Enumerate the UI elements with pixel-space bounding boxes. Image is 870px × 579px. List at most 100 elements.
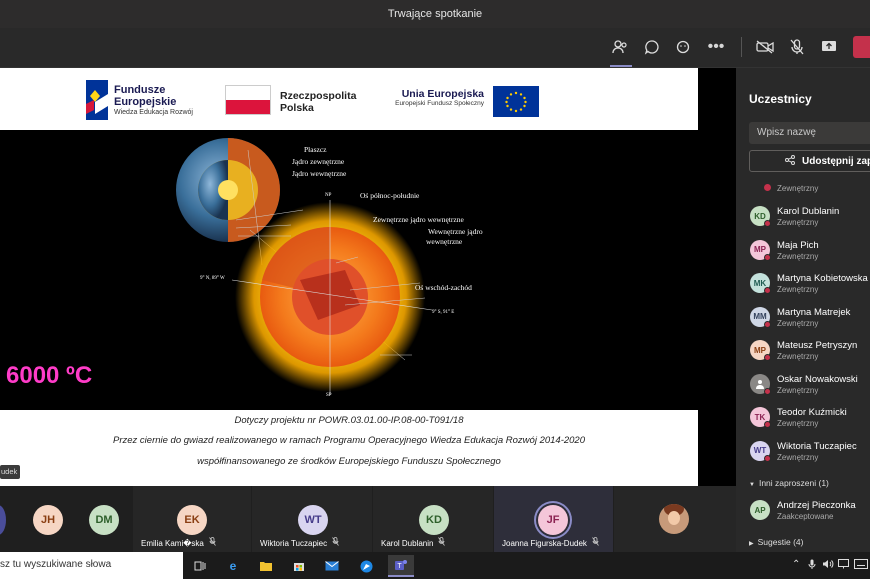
tile-name-label: Wiktoria Tuczapiec	[260, 537, 339, 548]
participant-role: Zewnętrzny	[777, 318, 819, 328]
label-wewnetrzne-jadro-2: wewnętrzne	[426, 237, 463, 246]
tile-name-label: Karol Dublanin	[381, 537, 446, 548]
file-explorer-icon[interactable]	[255, 555, 277, 577]
tray-microphone-icon[interactable]	[808, 559, 816, 573]
rp-title-2: Polska	[280, 102, 314, 114]
fe-title: Fundusze	[114, 84, 166, 96]
label-os-wschod-zachod: Oś wschód-zachód	[415, 283, 472, 292]
active-tab-indicator	[610, 65, 632, 67]
participant-name: Martyna Kobietowska	[777, 273, 868, 284]
suggestions-section-header[interactable]: ▶ Sugestie (4)	[749, 537, 803, 547]
mail-icon[interactable]	[321, 555, 343, 577]
store-icon[interactable]	[288, 555, 310, 577]
participant-search-input[interactable]: Wpisz nazwę	[749, 122, 870, 144]
status-dot	[764, 354, 771, 361]
status-dot	[764, 320, 771, 328]
meeting-toolbar: •••	[0, 28, 870, 68]
participant-row-partial[interactable]: Zewnętrzny	[749, 178, 870, 196]
label-jadro-zewnetrzne: Jądro zewnętrzne	[292, 157, 345, 166]
fe-subtitle: Wiedza Edukacja Rozwój	[114, 109, 193, 116]
polish-flag-icon	[225, 85, 271, 115]
window-title-bar: Trwające spotkanie	[0, 0, 870, 28]
participant-row[interactable]: MK Martyna Kobietowska Zewnętrzny	[749, 269, 870, 301]
camera-off-icon[interactable]	[754, 36, 776, 58]
more-options-icon[interactable]: •••	[705, 36, 727, 58]
avatar-partial[interactable]	[0, 505, 6, 535]
participants-panel: Uczestnicy Wpisz nazwę Udostępnij zapro …	[736, 68, 870, 552]
status-dot	[764, 220, 771, 227]
video-tile[interactable]: EK Emilia Kami�ska	[133, 486, 251, 552]
tile-name-label: Emilia Kami�ska	[141, 537, 216, 548]
svg-text:T: T	[397, 563, 402, 570]
share-screen-icon[interactable]	[818, 36, 840, 58]
video-tile-camera[interactable]	[614, 486, 736, 552]
share-link-icon	[785, 155, 795, 167]
tray-volume-icon[interactable]	[822, 559, 834, 572]
label-jadro-wewnetrzne: Jądro wewnętrzne	[292, 169, 347, 178]
tray-network-icon[interactable]	[838, 559, 849, 572]
rp-title: Rzeczpospolita	[280, 90, 357, 102]
chevron-down-icon: ▼	[749, 482, 755, 488]
invited-section-header[interactable]: ▼ Inni zaproszeni (1)	[749, 478, 829, 488]
taskbar-search-box[interactable]: sz tu wyszukiwane słowa	[0, 552, 183, 579]
video-tile[interactable]: JH	[13, 486, 73, 552]
footer-line-3: współfinansowanego ze środków Europejski…	[197, 456, 501, 467]
mic-off-icon	[209, 537, 216, 548]
share-invite-button[interactable]: Udostępnij zapro	[749, 150, 870, 172]
mic-off-icon	[592, 537, 599, 548]
avatar: EK	[177, 505, 207, 535]
edge-icon[interactable]: e	[222, 555, 244, 577]
participant-name: Andrzej Pieczonka	[777, 500, 856, 511]
video-tile[interactable]: JF Joanna Figurska-Dudek	[494, 486, 613, 552]
teams-icon[interactable]: T	[388, 555, 414, 577]
label-plaszcz: Płaszcz	[304, 145, 327, 154]
participant-row[interactable]: WT Wiktoria Tuczapiec Zewnętrzny	[749, 437, 870, 469]
participant-row[interactable]: MP Mateusz Petryszyn Zewnętrzny	[749, 336, 870, 368]
participant-row[interactable]: Oskar Nowakowski Zewnętrzny	[749, 370, 870, 402]
avatar: JF	[538, 505, 568, 535]
task-view-icon[interactable]	[189, 555, 211, 577]
participant-name: Oskar Nowakowski	[777, 373, 858, 385]
footer-line-2: Przez ciernie do gwiazd realizowanego w …	[113, 435, 585, 446]
windows-taskbar: sz tu wyszukiwane słowa e T ⌃	[0, 552, 870, 579]
chat-icon[interactable]	[641, 36, 663, 58]
participant-row[interactable]: MM Martyna Matrejek Zewnętrzny	[749, 303, 870, 335]
panel-title: Uczestnicy	[749, 92, 812, 106]
toolbar-separator	[741, 37, 742, 57]
status-dot	[764, 387, 771, 395]
video-tile[interactable]: WT Wiktoria Tuczapiec	[252, 486, 372, 552]
eu-flag-icon	[493, 86, 539, 117]
tile-participant-name: Karol Dublanin	[381, 539, 434, 548]
status-dot	[764, 421, 771, 428]
tray-chevron-up-icon[interactable]: ⌃	[792, 559, 800, 570]
participant-row[interactable]: TK Teodor Kuźmicki Zewnętrzny	[749, 403, 870, 435]
earth-diagram	[176, 138, 433, 395]
video-tile[interactable]: KD Karol Dublanin	[373, 486, 493, 552]
video-tile[interactable]: DM	[73, 486, 133, 552]
shared-slide: Fundusze Europejskie Wiedza Edukacja Roz…	[0, 68, 698, 486]
earth-structure-illustration: Płaszcz Jądro zewnętrzne Jądro wewnętrzn…	[0, 130, 698, 410]
status-dot	[764, 287, 771, 294]
invited-section-label: Inni zaproszeni (1)	[758, 478, 829, 488]
participant-row[interactable]: KD Karol Dublanin Zewnętrzny	[749, 202, 870, 234]
tray-keyboard-icon[interactable]	[854, 559, 868, 572]
participant-name: Mateusz Petryszyn	[777, 340, 858, 351]
participant-name: Maja Pich	[777, 239, 819, 251]
participant-row[interactable]: MP Maja Pich Zewnętrzny	[749, 236, 870, 268]
mic-off-icon	[438, 537, 446, 548]
browser-icon[interactable]	[355, 555, 377, 577]
participant-name: Teodor Kuźmicki	[777, 407, 847, 418]
mic-off-icon	[332, 537, 339, 548]
presenter-name-badge: udek	[0, 465, 20, 479]
participant-role: Zewnętrzny	[777, 419, 819, 428]
participant-name: Karol Dublanin	[777, 206, 840, 217]
invited-participant-row[interactable]: AP Andrzej Pieczonka Zaakceptowane	[749, 496, 870, 528]
leave-button[interactable]	[853, 36, 870, 58]
fe-logo-icon	[86, 80, 108, 120]
suggestions-section-label: Sugestie (4)	[757, 537, 804, 547]
participants-icon[interactable]	[609, 36, 631, 58]
tile-participant-name: Joanna Figurska-Dudek	[502, 539, 587, 548]
mic-off-icon[interactable]	[786, 36, 808, 58]
reactions-icon[interactable]	[673, 36, 695, 58]
chevron-right-icon: ▶	[749, 541, 754, 547]
